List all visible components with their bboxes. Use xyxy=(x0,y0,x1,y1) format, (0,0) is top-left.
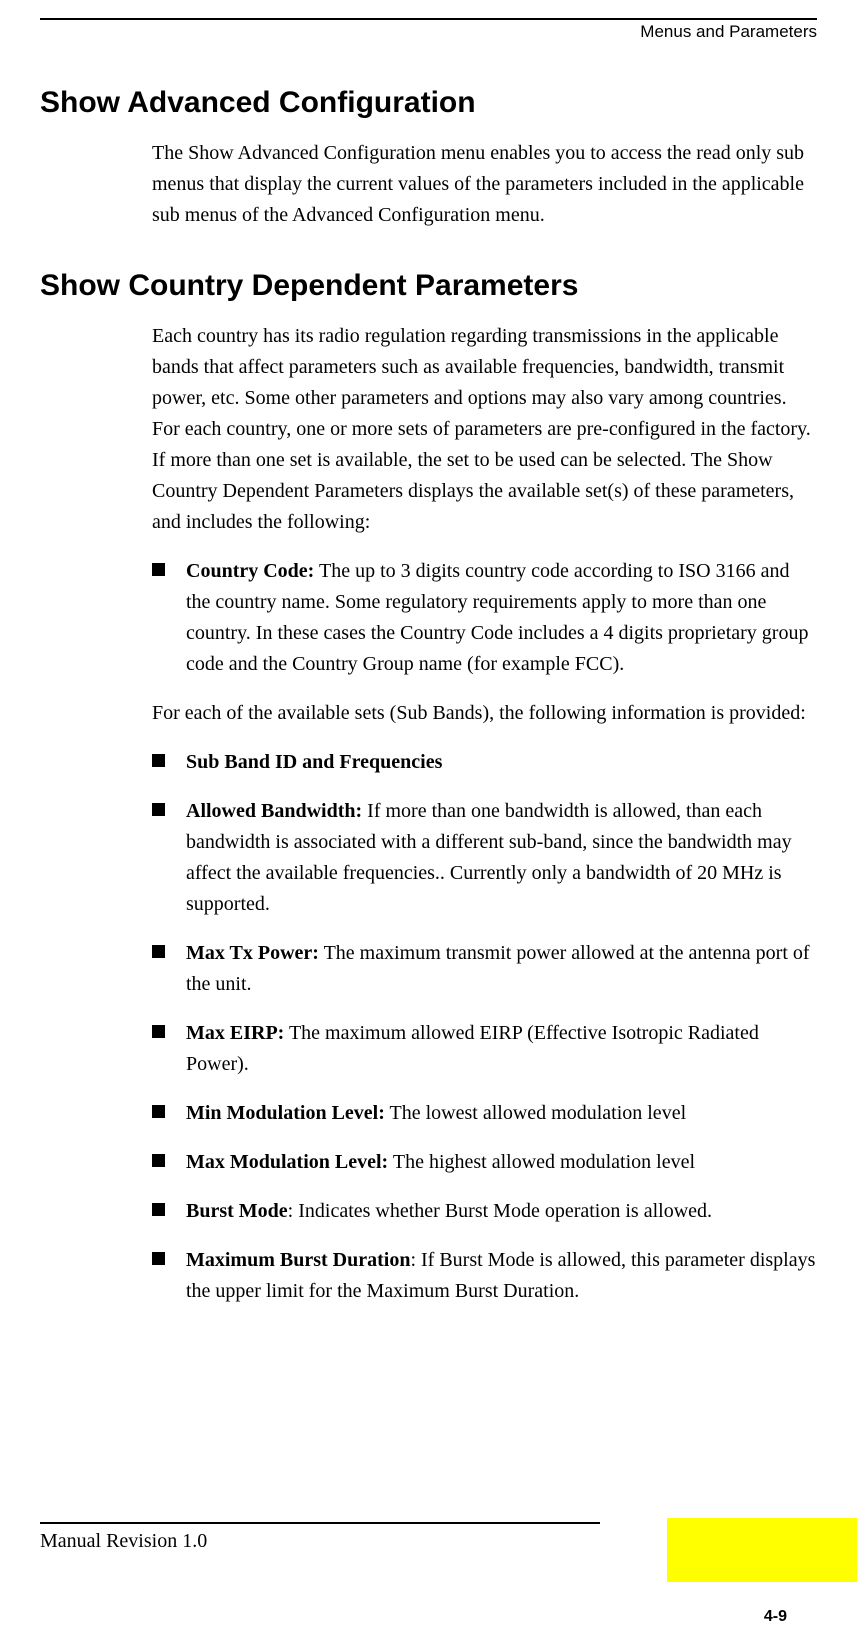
list-item: Country Code: The up to 3 digits country… xyxy=(152,556,817,680)
bullet-label: Max Tx Power: xyxy=(186,942,319,964)
bullet-label: Burst Mode xyxy=(186,1200,288,1222)
bullet-label: Allowed Bandwidth: xyxy=(186,800,362,822)
list-item: Max EIRP: The maximum allowed EIRP (Effe… xyxy=(152,1018,817,1080)
header-section: Menus and Parameters xyxy=(40,20,817,48)
bullet-text: : Indicates whether Burst Mode operation… xyxy=(288,1200,712,1222)
bullet-list-1: Country Code: The up to 3 digits country… xyxy=(152,556,817,680)
list-item: Max Tx Power: The maximum transmit power… xyxy=(152,938,817,1000)
bullet-label: Maximum Burst Duration xyxy=(186,1249,410,1271)
bullet-label: Sub Band ID and Frequencies xyxy=(186,751,442,773)
list-item: Min Modulation Level: The lowest allowed… xyxy=(152,1098,817,1129)
list-item: Allowed Bandwidth: If more than one band… xyxy=(152,796,817,920)
footer-row: Manual Revision 1.0 4-9 xyxy=(0,1524,857,1594)
footer: Manual Revision 1.0 4-9 xyxy=(0,1522,857,1594)
bullet-text: The lowest allowed modulation level xyxy=(385,1102,686,1124)
body-block-2: Each country has its radio regulation re… xyxy=(152,321,817,1307)
bullet-label: Max Modulation Level: xyxy=(186,1151,388,1173)
heading-show-country-dependent-parameters: Show Country Dependent Parameters xyxy=(40,269,817,303)
paragraph: Each country has its radio regulation re… xyxy=(152,321,817,538)
footer-left: Manual Revision 1.0 xyxy=(40,1530,207,1553)
page-number: 4-9 xyxy=(764,1608,787,1626)
list-item: Max Modulation Level: The highest allowe… xyxy=(152,1147,817,1178)
bullet-list-2: Sub Band ID and Frequencies Allowed Band… xyxy=(152,747,817,1307)
paragraph: The Show Advanced Configuration menu ena… xyxy=(152,138,817,231)
list-item: Sub Band ID and Frequencies xyxy=(152,747,817,778)
list-item: Burst Mode: Indicates whether Burst Mode… xyxy=(152,1196,817,1227)
bullet-label: Country Code: xyxy=(186,560,314,582)
yellow-highlight-box xyxy=(667,1518,857,1582)
heading-show-advanced-configuration: Show Advanced Configuration xyxy=(40,86,817,120)
list-item: Maximum Burst Duration: If Burst Mode is… xyxy=(152,1245,817,1307)
page: Menus and Parameters Show Advanced Confi… xyxy=(0,18,857,1624)
body-block-1: The Show Advanced Configuration menu ena… xyxy=(152,138,817,231)
bullet-text: The highest allowed modulation level xyxy=(388,1151,695,1173)
bullet-label: Min Modulation Level: xyxy=(186,1102,385,1124)
paragraph: For each of the available sets (Sub Band… xyxy=(152,698,817,729)
bullet-label: Max EIRP: xyxy=(186,1022,284,1044)
